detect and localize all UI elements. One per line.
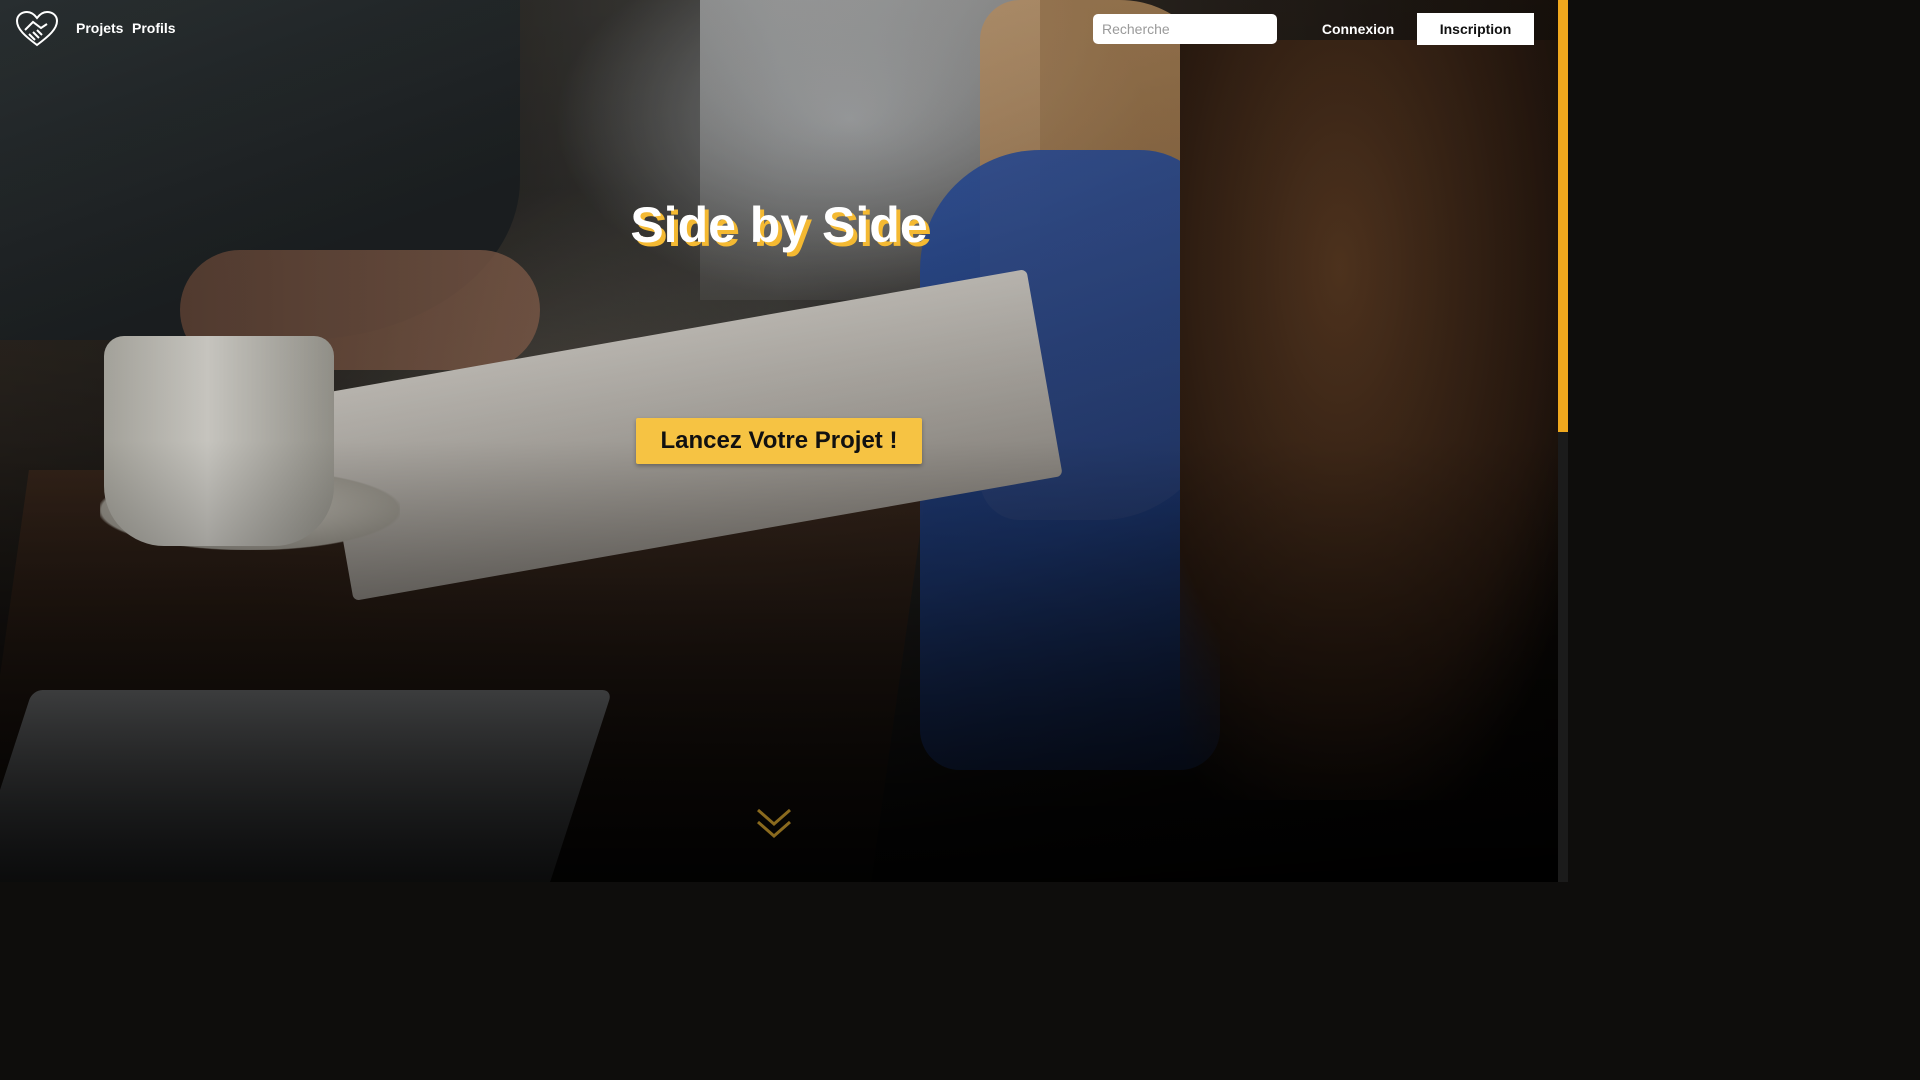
login-button[interactable]: Connexion bbox=[1310, 13, 1406, 45]
handshake-heart-icon[interactable] bbox=[15, 10, 59, 48]
nav-link-projets[interactable]: Projets bbox=[76, 20, 123, 36]
scrollbar-thumb[interactable] bbox=[1558, 0, 1568, 432]
signup-button[interactable]: Inscription bbox=[1417, 13, 1534, 45]
double-chevron-down-icon[interactable] bbox=[754, 804, 794, 844]
navbar: Projets Profils Connexion Inscription bbox=[0, 0, 1558, 58]
hero-title: Side by Side bbox=[630, 197, 928, 253]
search-input[interactable] bbox=[1093, 14, 1277, 44]
launch-project-button[interactable]: Lancez Votre Projet ! bbox=[636, 418, 922, 464]
nav-link-profils[interactable]: Profils bbox=[132, 20, 176, 36]
